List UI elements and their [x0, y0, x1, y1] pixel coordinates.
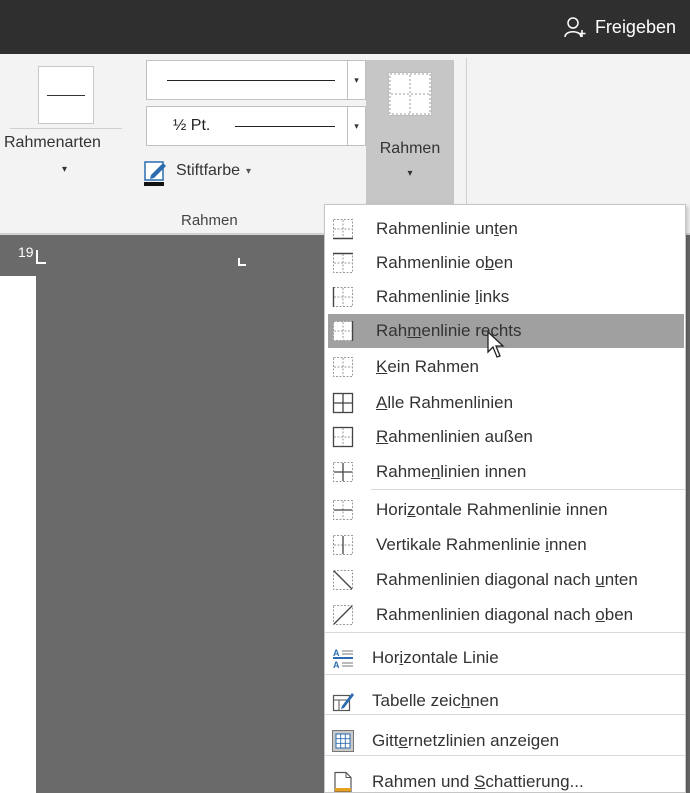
menu-item-label: Tabelle zeichnen	[372, 691, 499, 710]
margin-mark	[36, 250, 46, 264]
pen-color-label: Stiftfarbe	[176, 162, 241, 179]
access-key: u	[595, 570, 605, 589]
border-bottom-icon	[332, 218, 354, 240]
access-key: l	[475, 287, 480, 306]
menu-item-border-right[interactable]: Rahmenlinie rechts	[328, 314, 684, 348]
chevron-down-icon[interactable]: ▾	[246, 166, 251, 177]
border-left-icon	[332, 286, 354, 308]
document-page[interactable]	[0, 276, 36, 793]
menu-item-border-bottom[interactable]: Rahmenlinie unten	[328, 212, 684, 246]
menu-item-borders-shading[interactable]: Rahmen und Schattierung...	[328, 762, 684, 792]
menu-item-no-border[interactable]: Kein Rahmen	[328, 350, 684, 384]
chevron-down-icon[interactable]: ▾	[347, 107, 365, 145]
menu-separator	[371, 489, 685, 490]
chevron-down-icon: ▾	[407, 168, 413, 179]
horizontal-line-icon: AA	[332, 647, 354, 669]
border-top-icon	[332, 252, 354, 274]
menu-item-inside-horizontal-border[interactable]: Horizontale Rahmenlinie innen	[328, 493, 684, 527]
chevron-down-icon[interactable]: ▾	[347, 61, 365, 99]
access-key: i	[399, 648, 404, 667]
access-key: S	[474, 772, 486, 791]
no-border-icon	[332, 356, 354, 378]
view-gridlines-icon	[332, 730, 354, 752]
line-weight-value: ½ Pt.	[173, 117, 211, 134]
menu-separator	[325, 632, 685, 633]
chevron-down-icon[interactable]: ▾	[62, 164, 67, 175]
access-key: m	[407, 321, 422, 340]
access-key: t	[494, 219, 499, 238]
menu-item-label: Kein Rahmen	[376, 357, 480, 376]
inside-borders-icon	[332, 461, 354, 483]
pen-icon	[144, 161, 166, 181]
menu-item-label: Rahmenlinie unten	[376, 219, 518, 238]
menu-separator	[325, 714, 685, 715]
line-weight-dropdown[interactable]: ½ Pt. ▾	[146, 106, 366, 146]
menu-item-label: Rahmenlinien außen	[376, 427, 533, 446]
borders-icon	[388, 72, 432, 116]
divider	[10, 128, 122, 129]
menu-item-inside-borders[interactable]: Rahmenlinien innen	[328, 455, 684, 489]
menu-item-inside-vertical-border[interactable]: Vertikale Rahmenlinie innen	[328, 528, 684, 562]
pen-color-swatch	[144, 182, 164, 186]
menu-separator	[325, 755, 685, 756]
group-divider	[466, 58, 467, 204]
borders-button[interactable]: Rahmen ▾	[366, 60, 454, 206]
inside-horizontal-border-icon	[332, 499, 354, 521]
menu-item-diagonal-down-border[interactable]: Rahmenlinien diagonal nach unten	[328, 563, 684, 597]
access-key: o	[595, 605, 605, 624]
access-key: R	[376, 427, 389, 446]
menu-item-label: Vertikale Rahmenlinie innen	[376, 535, 587, 554]
menu-item-outside-borders[interactable]: Rahmenlinien außen	[328, 420, 684, 454]
margin-mark	[238, 258, 246, 266]
border-styles-gallery[interactable]	[38, 66, 94, 124]
border-styles-label[interactable]: Rahmenarten	[4, 134, 101, 152]
menu-item-label: Rahmenlinien diagonal nach oben	[376, 605, 634, 624]
menu-item-all-borders[interactable]: Alle Rahmenlinien	[328, 386, 684, 420]
access-key: b	[484, 253, 495, 272]
svg-text:A: A	[333, 660, 340, 669]
inside-vertical-border-icon	[332, 534, 354, 556]
borders-dropdown-menu: Rahmenlinie unten Rahmenlinie oben Rahme…	[324, 204, 686, 793]
access-key: n	[430, 462, 441, 481]
menu-item-label: Rahmenlinie links	[376, 287, 510, 306]
borders-button-label: Rahmen	[379, 140, 441, 157]
menu-item-label: Horizontale Rahmenlinie innen	[376, 500, 608, 519]
access-key: K	[376, 357, 388, 376]
menu-item-label: Horizontale Linie	[372, 648, 499, 667]
menu-item-border-top[interactable]: Rahmenlinie oben	[328, 246, 684, 280]
menu-item-draw-table[interactable]: Tabelle zeichnen	[328, 681, 684, 721]
menu-item-diagonal-up-border[interactable]: Rahmenlinien diagonal nach oben	[328, 598, 684, 632]
menu-item-label: Rahmenlinie rechts	[376, 321, 522, 340]
share-button[interactable]: Freigeben	[563, 14, 676, 40]
border-right-icon	[332, 320, 354, 342]
group-label: Rahmen	[181, 212, 238, 229]
access-key: A	[376, 393, 388, 412]
access-key: i	[545, 535, 549, 554]
line-style-dropdown[interactable]: ▾	[146, 60, 366, 100]
menu-item-label: Gitternetzlinien anzeigen	[372, 731, 560, 750]
outside-borders-icon	[332, 426, 354, 448]
all-borders-icon	[332, 392, 354, 414]
draw-table-icon	[332, 690, 354, 712]
svg-text:A: A	[333, 648, 340, 658]
menu-item-border-left[interactable]: Rahmenlinie links	[328, 280, 684, 314]
menu-item-label: Rahmen und Schattierung...	[372, 772, 584, 791]
diagonal-up-border-icon	[332, 604, 354, 626]
share-label: Freigeben	[594, 16, 676, 37]
menu-separator	[325, 674, 685, 675]
access-key: e	[398, 731, 408, 750]
menu-item-label: Rahmenlinien diagonal nach unten	[376, 570, 638, 589]
diagonal-down-border-icon	[332, 569, 354, 591]
menu-item-horizontal-line[interactable]: A A Horizontale Linie	[328, 638, 684, 678]
person-add-icon	[564, 17, 586, 38]
menu-item-label: Alle Rahmenlinien	[376, 393, 514, 412]
access-key: z	[407, 500, 416, 519]
menu-item-label: Rahmenlinien innen	[376, 462, 527, 481]
ruler-number: 19	[18, 244, 34, 260]
title-bar: Freigeben	[0, 0, 690, 54]
borders-shading-icon	[332, 771, 354, 792]
menu-item-label: Rahmenlinie oben	[376, 253, 514, 272]
access-key: h	[460, 691, 471, 710]
